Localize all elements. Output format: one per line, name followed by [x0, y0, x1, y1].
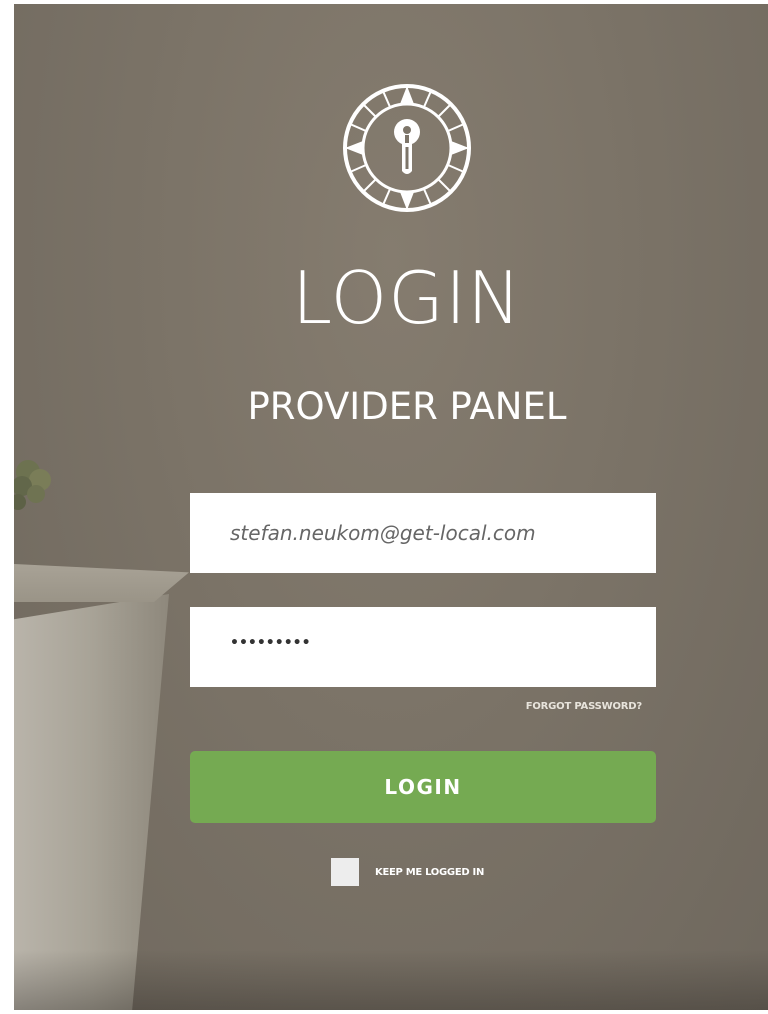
login-screen: LOGIN PROVIDER PANEL stefan.neukom@get-l… [14, 4, 768, 1010]
keep-logged-in-row: KEEP ME LOGGED IN [331, 857, 484, 887]
login-button[interactable]: LOGIN [190, 751, 656, 823]
keep-logged-in-label[interactable]: KEEP ME LOGGED IN [375, 867, 484, 878]
forgot-password-link[interactable]: FORGOT PASSWORD? [526, 701, 642, 712]
email-field[interactable]: stefan.neukom@get-local.com [190, 493, 656, 573]
page-subtitle: PROVIDER PANEL [247, 385, 567, 428]
email-value: stefan.neukom@get-local.com [230, 521, 536, 545]
counter-decoration [14, 564, 194, 1010]
plant-decoration [14, 460, 51, 510]
compass-key-icon [343, 84, 471, 212]
password-field[interactable]: ••••••••• [190, 607, 656, 687]
page-title: LOGIN [291, 256, 523, 340]
password-value: ••••••••• [230, 635, 311, 651]
keep-logged-in-checkbox[interactable] [331, 858, 359, 886]
